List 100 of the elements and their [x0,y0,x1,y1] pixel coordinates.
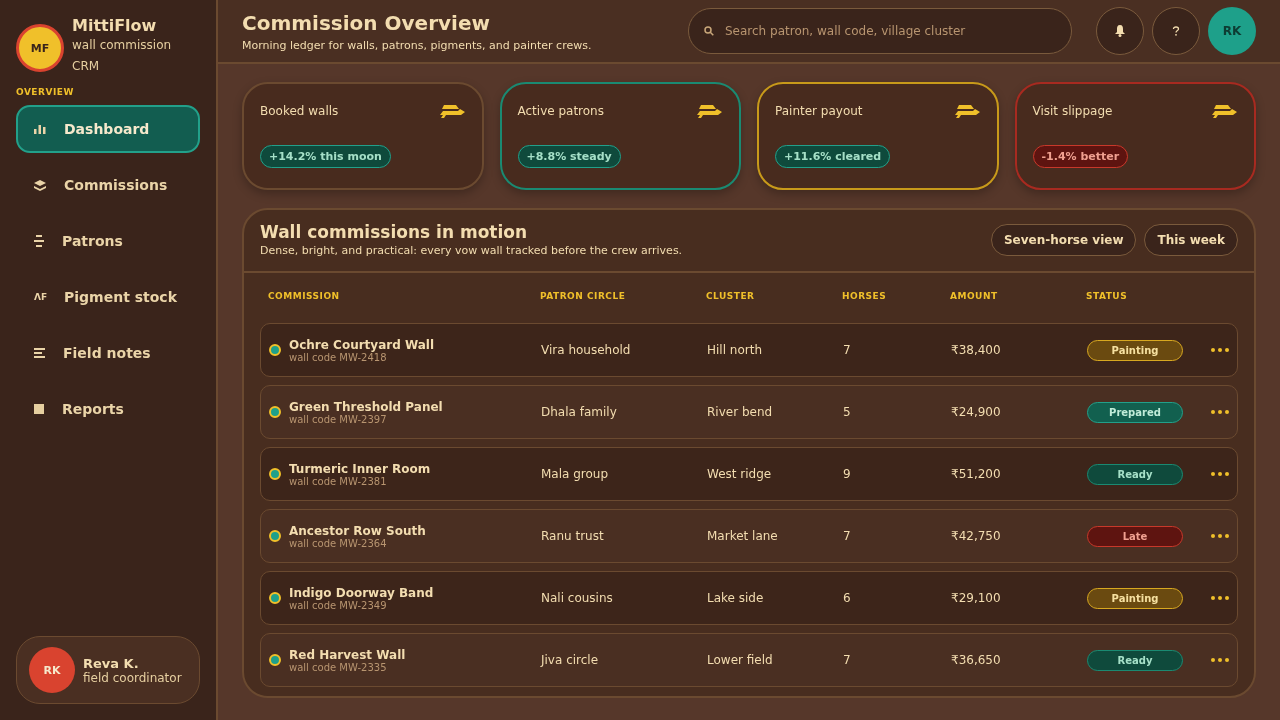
column-header: COMMISSION [268,291,341,301]
stat-label: Active patrons [517,104,604,118]
commission-name: Ochre Courtyard Wall [289,337,435,352]
bar-chart-icon [34,124,46,134]
table-row[interactable]: Red Harvest Wall wall code MW-2335 Jiva circle Lower field 7 ₹36,650 Ready [260,633,1238,687]
table-cell-text: Lake side [707,591,765,605]
filter-button[interactable]: This week [1144,223,1238,256]
status-dot [269,592,281,604]
user-role: field coordinator [83,670,182,685]
wall-code: wall code MW-2349 [289,599,387,611]
table-cell-text: ₹36,650 [951,653,1002,667]
stack-icon [34,235,44,247]
commission-name: Red Harvest Wall [289,647,406,662]
nav-item[interactable]: Field notes [16,329,200,377]
column-header: HORSES [842,291,888,301]
filter-button[interactable]: Seven-horse view [990,223,1137,256]
table-cell-text: ₹42,750 [951,529,1002,543]
icon-glyph: ΛF [34,292,46,302]
table-cell-text: 7 [843,653,852,667]
more-icon[interactable] [1211,348,1229,352]
user-card[interactable]: RK Reva K. field coordinator [16,636,200,704]
status-dot [269,530,281,542]
section-label: OVERVIEW [16,87,75,97]
table-cell-text: Jiva circle [541,653,600,667]
nav-item[interactable]: ΛF Pigment stock [16,273,200,321]
stat-label: Booked walls [260,104,339,118]
list-icon [34,348,45,358]
table-cell-text: River bend [707,405,774,419]
brand-tagline: wall commission CRM [72,37,173,75]
table-cell-text: 7 [843,529,852,543]
brand-name: MittiFlow [72,16,158,35]
nav-item[interactable]: Patrons [16,217,200,265]
table-cell-text: 6 [843,591,852,605]
status-dot [269,654,281,666]
wall-code: wall code MW-2364 [289,537,388,549]
trend-badge: +11.6% cleared [775,145,891,168]
column-header: STATUS [1086,291,1129,301]
commission-name: Indigo Doorway Band [289,585,434,600]
status-pill: Ready [1087,463,1183,485]
user-avatar: RK [29,647,75,693]
column-header: CLUSTER [706,291,756,301]
table-cell-text: Mala group [541,467,610,481]
more-icon[interactable] [1211,534,1229,538]
search-field[interactable]: Search patron, wall code, village cluster [688,8,1072,54]
table-row[interactable]: Turmeric Inner Room wall code MW-2381 Mala group West ridge 9 ₹51,200 Ready [260,447,1238,501]
status-pill: Painting [1087,339,1183,361]
wall-code: wall code MW-2381 [289,475,388,487]
more-icon[interactable] [1211,596,1229,600]
trend-badge: +14.2% this moon [260,145,391,168]
column-header: AMOUNT [950,291,999,301]
commission-name: Green Threshold Panel [289,399,443,414]
table-cell-text: Dhala family [541,405,618,419]
more-icon[interactable] [1211,410,1229,414]
table-cell-text: Lower field [707,653,774,667]
bell-icon [1115,25,1125,37]
table-cell-text: 5 [843,405,852,419]
commission-name: Ancestor Row South [289,523,426,538]
table-cell-text: Ranu trust [541,529,605,543]
nav-item[interactable]: Reports [16,385,200,433]
table-cell-text: Vira household [541,343,632,357]
panel-subtitle: Dense, bright, and practical: every vow wall tracked before the crew arrives. [260,244,683,257]
status-dot [269,344,281,356]
layers-icon [34,179,46,191]
nav-item[interactable]: Dashboard [16,105,200,153]
wall-code: wall code MW-2418 [289,351,387,363]
table-row[interactable]: Indigo Doorway Band wall code MW-2349 Nali cousins Lake side 6 ₹29,100 Painting [260,571,1238,625]
nav-item[interactable]: Commissions [16,161,200,209]
table-cell-text: ₹24,900 [951,405,1002,419]
status-dot [269,406,281,418]
table-cell-text: Market lane [707,529,779,543]
brand-logo: MF [16,24,64,72]
table-cell-text: ₹38,400 [951,343,1002,357]
table-cell-text: ₹51,200 [951,467,1002,481]
help-icon [1172,26,1180,36]
table-row[interactable]: Ancestor Row South wall code MW-2364 Ranu trust Market lane 7 ₹42,750 Late [260,509,1238,563]
table-row[interactable]: Green Threshold Panel wall code MW-2397 Dhala family River bend 5 ₹24,900 Prepared [260,385,1238,439]
table-row[interactable]: Ochre Courtyard Wall wall code MW-2418 Vira household Hill north 7 ₹38,400 Painting [260,323,1238,377]
more-icon[interactable] [1211,472,1229,476]
page-subtitle: Morning ledger for walls, patrons, pigments, and painter crews. [242,38,593,52]
commission-name: Turmeric Inner Room [289,461,431,476]
panel-title: Wall commissions in motion [260,222,529,242]
profile-avatar[interactable]: RK [1208,7,1256,55]
stat-label: Visit slippage [1032,104,1113,118]
column-header: PATRON CIRCLE [540,291,627,301]
trend-badge: -1.4% better [1032,145,1129,168]
table-cell-text: Nali cousins [541,591,614,605]
notifications-button[interactable] [1096,7,1144,55]
status-pill: Prepared [1087,401,1183,423]
stat-label: Painter payout [775,104,863,118]
square-icon [34,404,44,414]
table-cell-text: 9 [843,467,852,481]
table-cell-text: West ridge [707,467,773,481]
more-icon[interactable] [1211,658,1229,662]
table-cell-text: 7 [843,343,852,357]
table-cell-text: ₹29,100 [951,591,1002,605]
search-icon [704,26,714,36]
status-pill: Ready [1087,649,1183,671]
wall-code: wall code MW-2397 [289,413,388,425]
table-cell-text: Hill north [707,343,764,357]
status-pill: Painting [1087,587,1183,609]
